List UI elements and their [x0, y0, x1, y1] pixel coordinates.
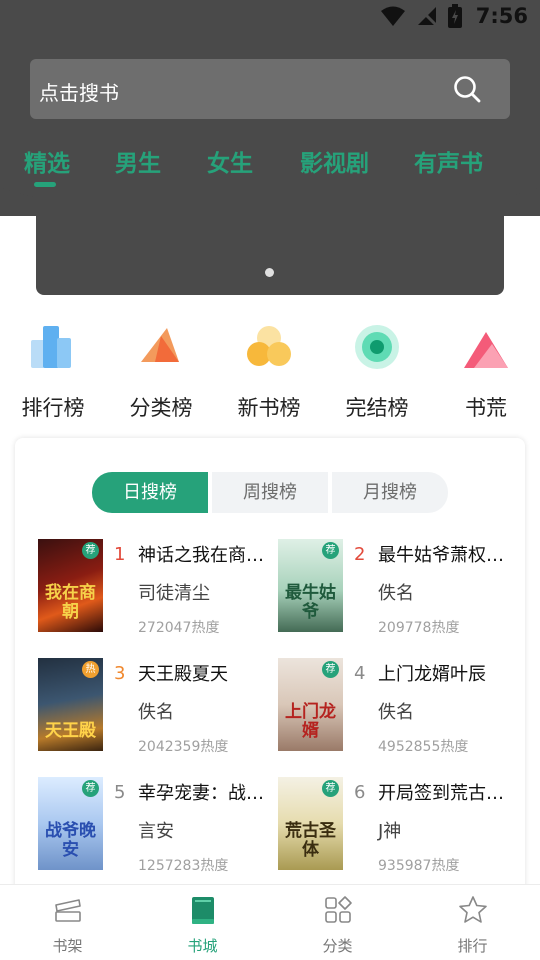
rank-number: 1 [114, 544, 126, 565]
shortcut-label: 新书榜 [237, 396, 301, 420]
book-author: J神 [378, 821, 402, 842]
status-bar: 7:56 [0, 0, 540, 36]
category-tabs: 精选 男生 女生 影视剧 有声书 [0, 144, 540, 192]
nav-ranking[interactable]: 排行 [405, 885, 540, 960]
tab-featured[interactable]: 精选 [24, 144, 70, 178]
bottom-navigation: 书架 书城 分类 排行 [0, 884, 540, 960]
book-item[interactable]: 荐 荒古圣体 6 开局签到荒古圣体 J神 935987热度 [278, 777, 518, 874]
book-author: 佚名 [138, 702, 174, 723]
book-cover: 热 天王殿 [38, 658, 103, 751]
cover-title: 战爷晚安 [45, 821, 96, 860]
book-title: 神话之我在商朝当守陵人 [138, 545, 270, 566]
cover-title: 我在商朝 [45, 583, 96, 622]
rank-number: 4 [354, 663, 366, 684]
book-title: 开局签到荒古圣体 [378, 783, 510, 804]
book-author: 佚名 [378, 702, 414, 723]
shortcut-label: 完结榜 [345, 396, 409, 420]
tab-audiobook[interactable]: 有声书 [414, 144, 483, 178]
recommend-badge: 荐 [322, 542, 339, 559]
shortcut-category-rank[interactable]: 分类榜 [111, 318, 211, 422]
cover-title: 荒古圣体 [285, 821, 336, 860]
pyramid-icon [141, 328, 179, 362]
cover-title: 上门龙婿 [285, 702, 336, 741]
shortcut-rankings[interactable]: 排行榜 [3, 318, 103, 422]
recommend-badge: 荐 [82, 780, 99, 797]
battery-icon [447, 4, 462, 28]
search-ranking-card: 日搜榜 周搜榜 月搜榜 荐 我在商朝 1 神话之我在商朝当守陵人 司徒清尘 27… [15, 438, 525, 898]
shortcut-book-shortage[interactable]: 书荒 [436, 318, 536, 422]
book-item[interactable]: 荐 上门龙婿 4 上门龙婿叶辰 佚名 4952855热度 [278, 658, 518, 755]
nav-bookshelf[interactable]: 书架 [0, 885, 135, 960]
nav-label: 书架 [52, 937, 83, 955]
nav-label: 书城 [187, 937, 218, 955]
carousel-indicator-dot [265, 268, 274, 277]
rank-number: 3 [114, 663, 126, 684]
status-time: 7:56 [475, 4, 528, 28]
tab-female[interactable]: 女生 [207, 144, 253, 178]
no-signal-icon [416, 5, 437, 27]
tab-weekly[interactable]: 周搜榜 [212, 472, 328, 513]
wifi-icon [380, 6, 405, 26]
book-title: 上门龙婿叶辰 [378, 664, 486, 685]
book-heat: 272047热度 [138, 620, 220, 636]
book-cover: 荐 我在商朝 [38, 539, 103, 632]
nav-label: 排行 [457, 937, 488, 955]
hot-badge: 热 [82, 661, 99, 678]
book-heat: 935987热度 [378, 858, 460, 874]
bookshelf-icon [54, 899, 81, 922]
mountain-icon [464, 332, 508, 368]
tab-male[interactable]: 男生 [115, 144, 161, 178]
tab-selected-indicator [34, 182, 56, 187]
tab-monthly[interactable]: 月搜榜 [332, 472, 448, 513]
book-title: 幸孕宠妻：战爷晚安 [138, 783, 270, 804]
cover-title: 最牛姑爷 [285, 583, 336, 622]
book-cover: 荐 荒古圣体 [278, 777, 343, 870]
book-heat: 1257283热度 [138, 858, 229, 874]
shortcut-label: 分类榜 [129, 396, 193, 420]
recommend-badge: 荐 [322, 780, 339, 797]
shortcut-new-books[interactable]: 新书榜 [219, 318, 319, 422]
ranking-period-tabs: 日搜榜 周搜榜 月搜榜 [92, 472, 448, 513]
bar-chart-icon [31, 326, 71, 368]
book-author: 言安 [138, 821, 174, 842]
rank-number: 2 [354, 544, 366, 565]
book-item[interactable]: 荐 最牛姑爷 2 最牛姑爷萧权秦舒柔 佚名 209778热度 [278, 539, 518, 636]
book-heat: 2042359热度 [138, 739, 229, 755]
rank-number: 6 [354, 782, 366, 803]
category-grid-icon [324, 896, 352, 923]
search-placeholder: 点击搜书 [39, 81, 119, 105]
book-cover: 荐 战爷晚安 [38, 777, 103, 870]
book-heat: 4952855热度 [378, 739, 469, 755]
target-icon [355, 325, 399, 369]
recommend-badge: 荐 [82, 542, 99, 559]
book-author: 司徒清尘 [138, 583, 210, 604]
book-title: 天王殿夏天 [138, 664, 228, 685]
search-icon[interactable] [452, 74, 482, 104]
book-cover: 荐 上门龙婿 [278, 658, 343, 751]
search-input[interactable]: 点击搜书 [30, 59, 510, 119]
star-icon [458, 896, 487, 923]
recommend-badge: 荐 [322, 661, 339, 678]
nav-label: 分类 [322, 937, 353, 955]
book-author: 佚名 [378, 583, 414, 604]
book-icon [191, 897, 214, 924]
book-title: 最牛姑爷萧权秦舒柔 [378, 545, 510, 566]
cover-title: 天王殿 [45, 721, 96, 741]
shortcut-label: 书荒 [465, 396, 507, 420]
book-item[interactable]: 热 天王殿 3 天王殿夏天 佚名 2042359热度 [38, 658, 278, 755]
shortcut-label: 排行榜 [21, 396, 85, 420]
book-heat: 209778热度 [378, 620, 460, 636]
nav-bookstore[interactable]: 书城 [135, 885, 270, 960]
book-item[interactable]: 荐 我在商朝 1 神话之我在商朝当守陵人 司徒清尘 272047热度 [38, 539, 278, 636]
book-cover: 荐 最牛姑爷 [278, 539, 343, 632]
banner-carousel[interactable] [36, 196, 504, 295]
book-item[interactable]: 荐 战爷晚安 5 幸孕宠妻：战爷晚安 言安 1257283热度 [38, 777, 278, 874]
tab-film-tv[interactable]: 影视剧 [300, 144, 369, 178]
ranking-shortcuts: 排行榜 分类榜 新书榜 完结榜 书荒 [0, 318, 540, 428]
shortcut-completed[interactable]: 完结榜 [327, 318, 427, 422]
bubbles-icon [247, 326, 291, 366]
rank-number: 5 [114, 782, 126, 803]
nav-category[interactable]: 分类 [270, 885, 405, 960]
tab-daily[interactable]: 日搜榜 [92, 472, 208, 513]
